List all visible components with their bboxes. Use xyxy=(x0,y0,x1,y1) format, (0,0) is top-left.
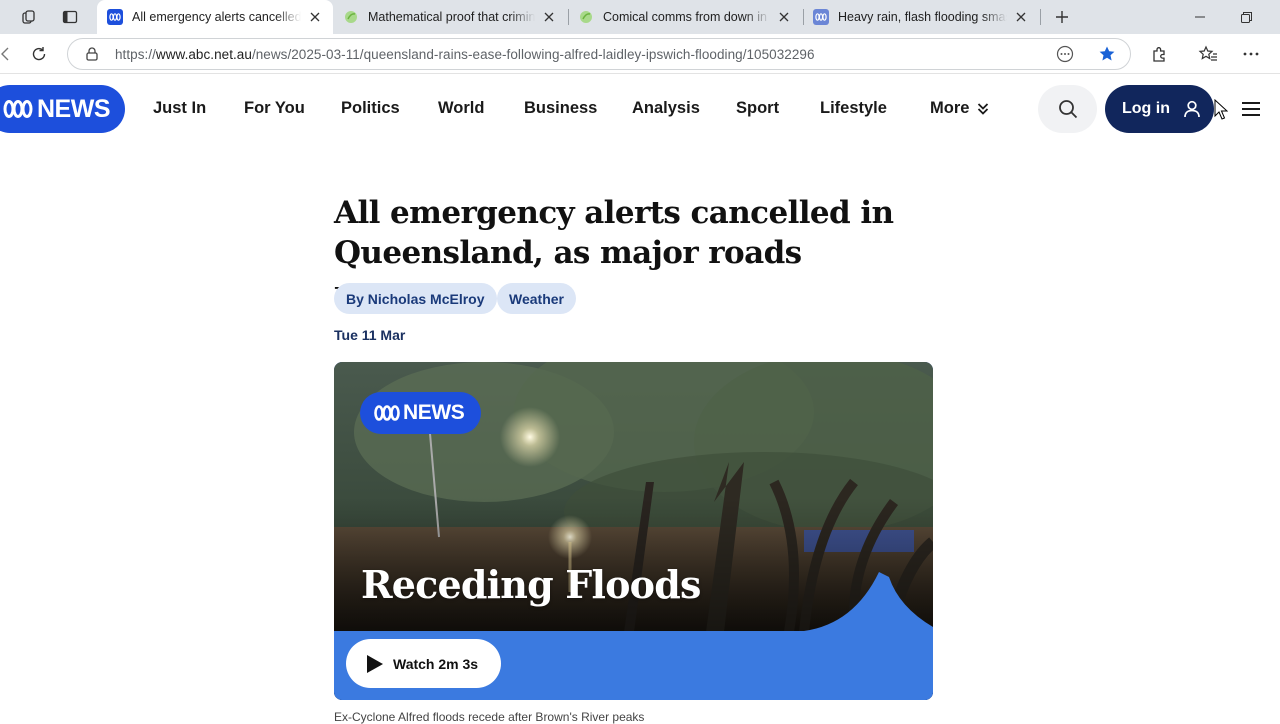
site-header: NEWS Just In For You Politics World Busi… xyxy=(0,74,1280,144)
video-abc-badge: NEWS xyxy=(360,392,481,434)
back-icon[interactable] xyxy=(0,40,10,68)
close-icon[interactable] xyxy=(1013,9,1029,25)
url-prefix: https:// xyxy=(115,47,156,62)
green-leaf-favicon-icon xyxy=(343,9,359,25)
user-icon xyxy=(1184,100,1200,118)
browser-tab-strip: All emergency alerts cancelled in Mathem… xyxy=(0,0,1280,34)
play-icon xyxy=(367,654,383,673)
abc-news-logo[interactable]: NEWS xyxy=(0,85,125,133)
tab-title: Comical comms from down in the xyxy=(603,10,770,24)
nav-analysis[interactable]: Analysis xyxy=(632,99,700,118)
nav-world[interactable]: World xyxy=(438,99,484,118)
tab-active[interactable]: All emergency alerts cancelled in xyxy=(97,0,333,34)
minimize-icon[interactable] xyxy=(1177,0,1223,34)
tab-title: Heavy rain, flash flooding smashe xyxy=(838,10,1007,24)
tab-title: All emergency alerts cancelled in xyxy=(132,10,301,24)
tab-title: Mathematical proof that criminal xyxy=(368,10,535,24)
abc-lissajous-icon xyxy=(374,405,400,421)
search-button[interactable] xyxy=(1038,85,1097,133)
search-icon xyxy=(1058,100,1077,119)
nav-just-in[interactable]: Just In xyxy=(153,99,206,118)
video-title: Receding Floods xyxy=(361,562,701,607)
publish-date: Tue 11 Mar xyxy=(334,327,406,343)
nav-lifestyle[interactable]: Lifestyle xyxy=(820,99,887,118)
mouse-cursor-icon xyxy=(1214,99,1228,120)
workspaces-icon[interactable] xyxy=(15,6,43,28)
nav-business[interactable]: Business xyxy=(524,99,597,118)
tab[interactable]: Mathematical proof that criminal xyxy=(333,0,567,34)
reader-mode-icon[interactable] xyxy=(1051,40,1079,68)
new-tab-icon[interactable] xyxy=(1048,6,1076,28)
login-label: Log in xyxy=(1122,100,1170,117)
byline-chip[interactable]: By Nicholas McElroy xyxy=(334,283,497,314)
topic-chip[interactable]: Weather xyxy=(497,283,576,314)
tab-separator xyxy=(1040,9,1041,25)
more-options-icon[interactable] xyxy=(1237,40,1265,68)
green-leaf-favicon-icon xyxy=(578,9,594,25)
address-bar[interactable]: https://www.abc.net.au/news/2025-03-11/q… xyxy=(67,38,1131,70)
tab[interactable]: Heavy rain, flash flooding smashe xyxy=(803,0,1039,34)
video-badge-text: NEWS xyxy=(403,401,465,424)
restore-icon[interactable] xyxy=(1223,0,1269,34)
favorite-star-icon[interactable] xyxy=(1093,40,1121,68)
close-icon[interactable] xyxy=(307,9,323,25)
abc-favicon-icon xyxy=(813,9,829,25)
hamburger-icon xyxy=(1242,102,1260,116)
url-host: www.abc.net.au xyxy=(155,47,252,62)
url-text[interactable]: https://www.abc.net.au/news/2025-03-11/q… xyxy=(115,47,815,62)
tab[interactable]: Comical comms from down in the xyxy=(568,0,802,34)
watch-video-button[interactable]: Watch 2m 3s xyxy=(346,639,501,688)
favorites-icon[interactable] xyxy=(1194,40,1222,68)
login-button[interactable]: Log in xyxy=(1105,85,1214,133)
double-chevron-down-icon xyxy=(978,102,989,115)
tab-actions-icon[interactable] xyxy=(56,6,84,28)
nav-more-label: More xyxy=(930,99,970,117)
close-icon[interactable] xyxy=(541,9,557,25)
menu-button[interactable] xyxy=(1238,98,1264,120)
close-icon[interactable] xyxy=(776,9,792,25)
watch-label: Watch 2m 3s xyxy=(393,655,479,672)
video-caption: Ex-Cyclone Alfred floods recede after Br… xyxy=(334,710,645,724)
browser-toolbar: https://www.abc.net.au/news/2025-03-11/q… xyxy=(0,34,1280,74)
nav-sport[interactable]: Sport xyxy=(736,99,779,118)
abc-favicon-icon xyxy=(107,9,123,25)
nav-politics[interactable]: Politics xyxy=(341,99,400,118)
lock-icon[interactable] xyxy=(78,40,106,68)
refresh-icon[interactable] xyxy=(25,40,53,68)
nav-for-you[interactable]: For You xyxy=(244,99,305,118)
nav-more[interactable]: More xyxy=(930,99,989,118)
video-player[interactable]: NEWS Receding Floods Watch 2m 3s xyxy=(334,362,933,700)
logo-text: NEWS xyxy=(37,94,111,123)
extensions-icon[interactable] xyxy=(1146,40,1174,68)
url-path: /news/2025-03-11/queensland-rains-ease-f… xyxy=(251,47,815,62)
abc-lissajous-icon xyxy=(3,100,33,118)
